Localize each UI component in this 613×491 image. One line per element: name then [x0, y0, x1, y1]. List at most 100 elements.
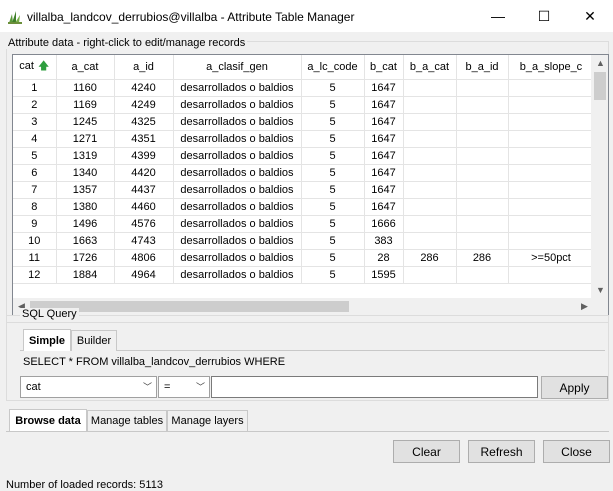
table-cell[interactable]: 4351: [114, 130, 174, 148]
table-row[interactable]: 8 1380 4460 desarrollados o baldios 5 1647: [13, 198, 595, 216]
table-cell[interactable]: desarrollados o baldios: [173, 232, 302, 250]
table-cell[interactable]: 1160: [56, 79, 115, 97]
table-cell[interactable]: desarrollados o baldios: [173, 130, 302, 148]
table-cell[interactable]: [456, 113, 509, 131]
vertical-scrollbar[interactable]: ▲ ▼: [591, 55, 608, 299]
refresh-button[interactable]: Refresh: [468, 440, 535, 463]
table-row[interactable]: 9 1496 4576 desarrollados o baldios 5 1666: [13, 215, 595, 233]
tab-manage-tables[interactable]: Manage tables: [87, 410, 167, 431]
attribute-table[interactable]: cat 🡅 a_cat a_id a_clasif_gen a_lc_code b_cat b…: [12, 54, 609, 316]
table-cell[interactable]: [508, 181, 595, 199]
table-cell[interactable]: 5: [13, 147, 57, 165]
table-cell[interactable]: 5: [301, 215, 365, 233]
table-cell[interactable]: 1: [13, 79, 57, 97]
table-cell[interactable]: [508, 232, 595, 250]
table-cell[interactable]: 5: [301, 96, 365, 114]
table-row[interactable]: 12 1884 4964 desarrollados o baldios 5 1595: [13, 266, 595, 284]
table-row[interactable]: 6 1340 4420 desarrollados o baldios 5 1647: [13, 164, 595, 182]
table-cell[interactable]: 1663: [56, 232, 115, 250]
table-cell[interactable]: [403, 181, 457, 199]
table-cell[interactable]: 1647: [364, 96, 404, 114]
scroll-down-icon[interactable]: ▼: [592, 282, 608, 299]
close-button[interactable]: Close: [543, 440, 610, 463]
horizontal-scrollbar[interactable]: ◀ ▶: [13, 298, 593, 315]
table-cell[interactable]: 1647: [364, 79, 404, 97]
table-row[interactable]: 1 1160 4240 desarrollados o baldios 5 1647: [13, 79, 595, 97]
table-cell[interactable]: desarrollados o baldios: [173, 79, 302, 97]
table-cell[interactable]: [403, 266, 457, 284]
value-input[interactable]: [211, 376, 538, 398]
vertical-scroll-thumb[interactable]: [594, 72, 606, 100]
minimize-button[interactable]: —: [475, 0, 521, 32]
table-cell[interactable]: 4743: [114, 232, 174, 250]
table-cell[interactable]: 1357: [56, 181, 115, 199]
table-cell[interactable]: [403, 215, 457, 233]
table-cell[interactable]: 4399: [114, 147, 174, 165]
table-cell[interactable]: 1726: [56, 249, 115, 267]
table-cell[interactable]: 4: [13, 130, 57, 148]
table-cell[interactable]: [456, 79, 509, 97]
attribute-grid[interactable]: cat 🡅 a_cat a_id a_clasif_gen a_lc_code b_cat b…: [13, 55, 595, 284]
table-cell[interactable]: 1319: [56, 147, 115, 165]
table-cell[interactable]: 4249: [114, 96, 174, 114]
table-cell[interactable]: [508, 147, 595, 165]
close-window-button[interactable]: ✕: [567, 0, 613, 32]
table-cell[interactable]: desarrollados o baldios: [173, 198, 302, 216]
table-cell[interactable]: 5: [301, 181, 365, 199]
table-cell[interactable]: 3: [13, 113, 57, 131]
table-cell[interactable]: 4420: [114, 164, 174, 182]
table-cell[interactable]: 5: [301, 113, 365, 131]
table-cell[interactable]: [456, 232, 509, 250]
maximize-button[interactable]: ☐: [521, 0, 567, 32]
table-cell[interactable]: [456, 266, 509, 284]
table-cell[interactable]: [456, 215, 509, 233]
scroll-up-icon[interactable]: ▲: [592, 55, 608, 72]
table-cell[interactable]: 28: [364, 249, 404, 267]
table-cell[interactable]: [403, 164, 457, 182]
table-cell[interactable]: 1666: [364, 215, 404, 233]
table-cell[interactable]: 1647: [364, 198, 404, 216]
operator-select[interactable]: = ﹀: [158, 376, 210, 398]
tab-builder[interactable]: Builder: [71, 330, 117, 351]
table-cell[interactable]: [508, 164, 595, 182]
table-cell[interactable]: 4964: [114, 266, 174, 284]
table-cell[interactable]: [508, 79, 595, 97]
tab-manage-layers[interactable]: Manage layers: [167, 410, 248, 431]
table-cell[interactable]: 1647: [364, 113, 404, 131]
table-cell[interactable]: desarrollados o baldios: [173, 181, 302, 199]
table-cell[interactable]: [456, 130, 509, 148]
table-cell[interactable]: [403, 79, 457, 97]
table-cell[interactable]: [403, 130, 457, 148]
column-header[interactable]: b_cat: [364, 55, 404, 80]
table-row[interactable]: 7 1357 4437 desarrollados o baldios 5 1647: [13, 181, 595, 199]
table-cell[interactable]: [456, 181, 509, 199]
table-cell[interactable]: [456, 96, 509, 114]
table-cell[interactable]: 4325: [114, 113, 174, 131]
column-header[interactable]: a_id: [114, 55, 174, 80]
tab-browse-data[interactable]: Browse data: [9, 409, 87, 431]
table-cell[interactable]: [508, 130, 595, 148]
table-cell[interactable]: 6: [13, 164, 57, 182]
table-cell[interactable]: 1380: [56, 198, 115, 216]
table-cell[interactable]: 1647: [364, 164, 404, 182]
column-header[interactable]: b_a_id: [456, 55, 509, 80]
table-cell[interactable]: 2: [13, 96, 57, 114]
table-cell[interactable]: [456, 198, 509, 216]
table-cell[interactable]: 5: [301, 164, 365, 182]
table-cell[interactable]: [508, 96, 595, 114]
tab-simple[interactable]: Simple: [23, 329, 71, 351]
table-cell[interactable]: 5: [301, 232, 365, 250]
table-cell[interactable]: 5: [301, 266, 365, 284]
table-cell[interactable]: [403, 232, 457, 250]
table-cell[interactable]: 286: [403, 249, 457, 267]
table-cell[interactable]: 1169: [56, 96, 115, 114]
table-cell[interactable]: 5: [301, 198, 365, 216]
table-cell[interactable]: 10: [13, 232, 57, 250]
table-row[interactable]: 10 1663 4743 desarrollados o baldios 5 383: [13, 232, 595, 250]
table-cell[interactable]: [456, 164, 509, 182]
table-cell[interactable]: desarrollados o baldios: [173, 113, 302, 131]
table-row[interactable]: 11 1726 4806 desarrollados o baldios 5 28 286 2…: [13, 249, 595, 267]
table-cell[interactable]: [403, 113, 457, 131]
table-cell[interactable]: [403, 198, 457, 216]
table-cell[interactable]: [508, 215, 595, 233]
